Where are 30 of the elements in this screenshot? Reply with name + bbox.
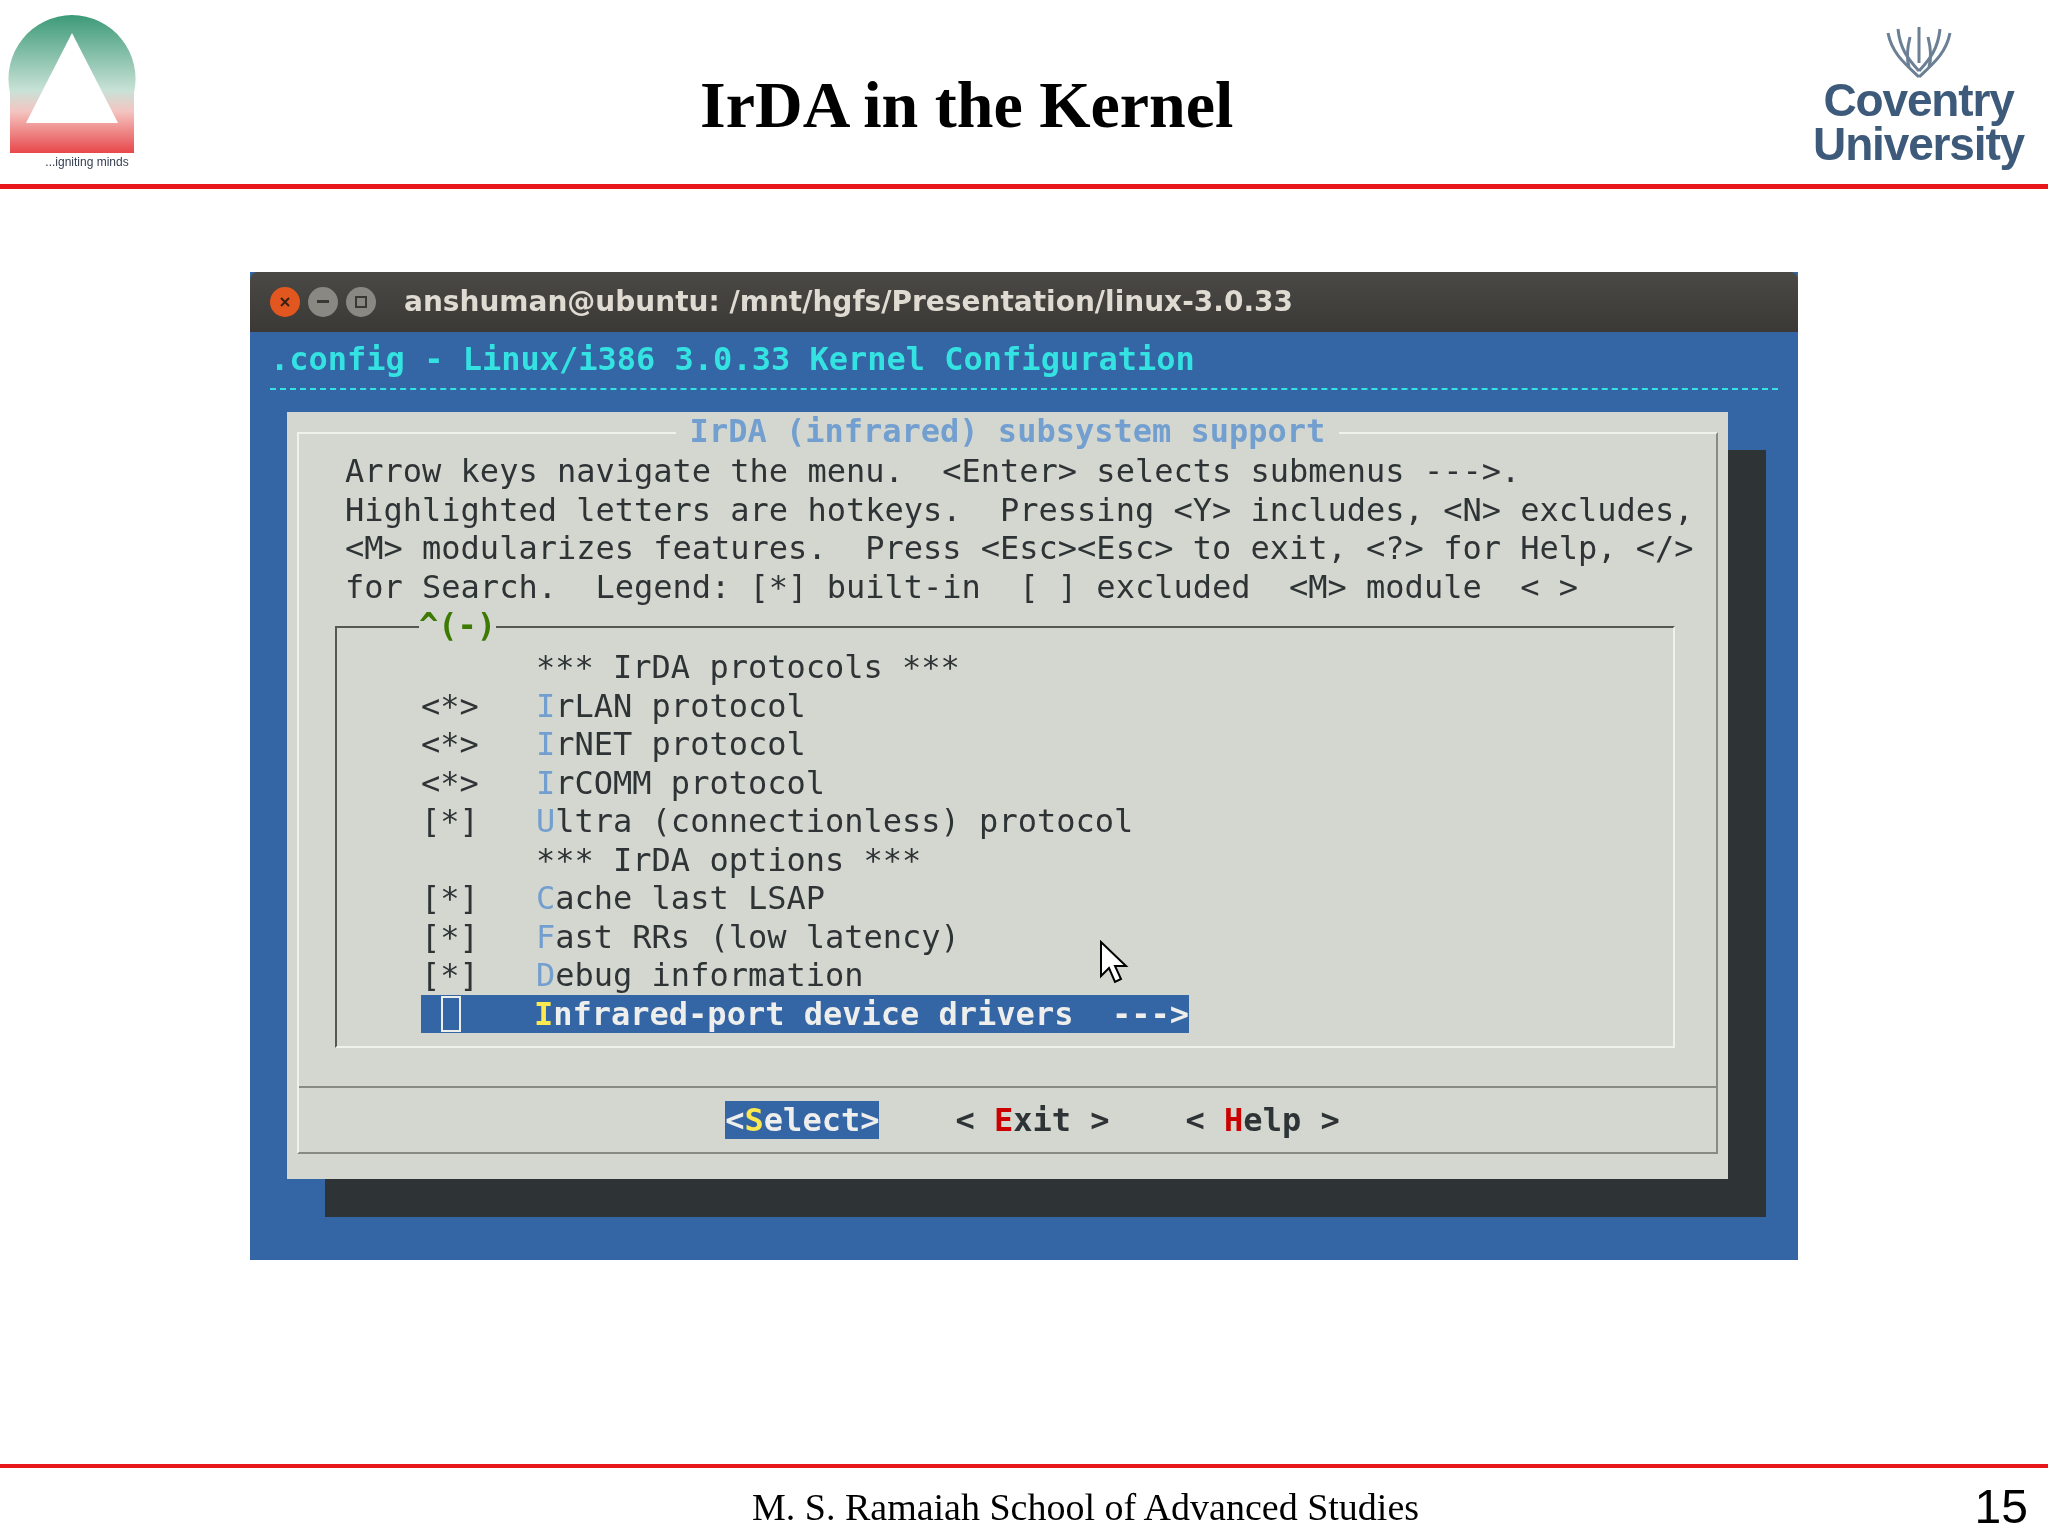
menu-item[interactable]: [*] Ultra (connectionless) protocol (421, 802, 1134, 841)
help-text-line: <M> modularizes features. Press <Esc><Esc> to exit, <?> for Help, </> (345, 529, 1694, 568)
menu-item[interactable]: [*] Fast RRs (low latency) (421, 917, 960, 956)
menu-item[interactable]: <*> I rCOMM protocol (421, 763, 825, 802)
menu-comment[interactable]: *** IrDA options *** (421, 840, 922, 879)
config-header: .config - Linux/i386 3.0.33 Kernel Configuration (270, 340, 1195, 378)
menu-item[interactable]: [*] Cache last LSAP (421, 879, 825, 918)
close-button[interactable] (270, 287, 300, 317)
menu-item[interactable]: Infrared-port device drivers ---> (421, 994, 1189, 1033)
minimize-icon (317, 300, 329, 304)
dialog-button[interactable]: < Help > (1185, 1101, 1340, 1139)
dialog-button[interactable]: < Exit > (955, 1101, 1110, 1139)
mouse-pointer-icon (1099, 940, 1129, 984)
logo-tagline: ...igniting minds (45, 154, 129, 171)
minimize-button[interactable] (308, 287, 338, 317)
menu-item[interactable]: [*] Debug information (421, 956, 864, 995)
page-number: 15 (1974, 1479, 2028, 1535)
slide-title: IrDA in the Kernel (700, 72, 1234, 138)
help-text-line: for Search. Legend: [*] built-in [ ] excluded <M> module < > (345, 567, 1578, 606)
footer-text: M. S. Ramaiah School of Advanced Studies (752, 1484, 1420, 1530)
close-icon (279, 296, 291, 308)
window-title: anshuman@ubuntu: /mnt/hgfs/Presentation/linux-3.0.33 (404, 284, 1293, 320)
menu-comment[interactable]: *** IrDA protocols *** (421, 648, 960, 687)
dialog-button[interactable]: <Select> (725, 1101, 880, 1139)
menu-item[interactable]: <*> I rLAN protocol (421, 686, 806, 725)
help-text-line: Arrow keys navigate the menu. <Enter> selects submenus --->. (345, 452, 1521, 491)
menu-item[interactable]: <*> I rNET protocol (421, 725, 806, 764)
maximize-icon (355, 296, 367, 308)
help-text-line: Highlighted letters are hotkeys. Pressing <Y> includes, <N> excludes, (345, 490, 1694, 529)
maximize-button[interactable] (346, 287, 376, 317)
